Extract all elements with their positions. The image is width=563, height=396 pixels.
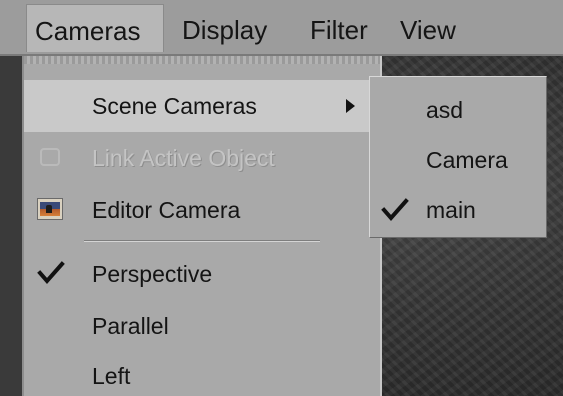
submenu-item-main[interactable]: main	[370, 185, 546, 235]
submenu-item-camera[interactable]: Camera	[370, 135, 546, 185]
scene-cameras-submenu: asd Camera main	[369, 76, 547, 238]
menu-item-label: Scene Cameras	[92, 93, 257, 119]
menu-item-label: Link Active Object	[92, 145, 275, 171]
menu-item-scene-cameras[interactable]: Scene Cameras	[24, 80, 380, 132]
menu-filter[interactable]: Filter	[302, 4, 376, 52]
menu-cameras[interactable]: Cameras	[26, 4, 164, 52]
submenu-item-asd[interactable]: asd	[370, 85, 546, 135]
menu-view[interactable]: View	[392, 4, 464, 52]
checkmark-icon	[381, 198, 409, 222]
checkmark-icon	[37, 261, 65, 285]
menubar: Cameras Display Filter View	[0, 0, 563, 56]
menu-top-edge	[24, 56, 380, 64]
submenu-item-label: main	[426, 197, 476, 223]
menu-item-editor-camera[interactable]: Editor Camera	[24, 184, 380, 236]
editor-camera-icon	[37, 198, 63, 220]
menu-item-label: Left	[92, 363, 131, 389]
cameras-dropdown-menu: Scene Cameras Link Active Object Editor …	[22, 56, 382, 396]
app-window: Cameras Display Filter View Scene Camera…	[0, 0, 563, 396]
submenu-item-label: Camera	[426, 147, 508, 173]
menu-separator	[84, 240, 320, 242]
editor-camera-icon-figure	[46, 205, 52, 213]
menu-item-perspective[interactable]: Perspective	[24, 248, 380, 300]
menu-item-left[interactable]: Left	[24, 350, 380, 396]
menu-item-label: Perspective	[92, 261, 213, 287]
submenu-item-label: asd	[426, 97, 464, 123]
chevron-right-icon	[346, 99, 355, 113]
link-object-icon	[40, 148, 60, 166]
menu-item-label: Parallel	[92, 313, 169, 339]
menu-display[interactable]: Display	[174, 4, 275, 52]
menu-item-parallel[interactable]: Parallel	[24, 300, 380, 352]
menu-item-link-active-object: Link Active Object	[24, 132, 380, 184]
menu-item-label: Editor Camera	[92, 197, 241, 223]
viewport-left-strip	[0, 50, 22, 396]
